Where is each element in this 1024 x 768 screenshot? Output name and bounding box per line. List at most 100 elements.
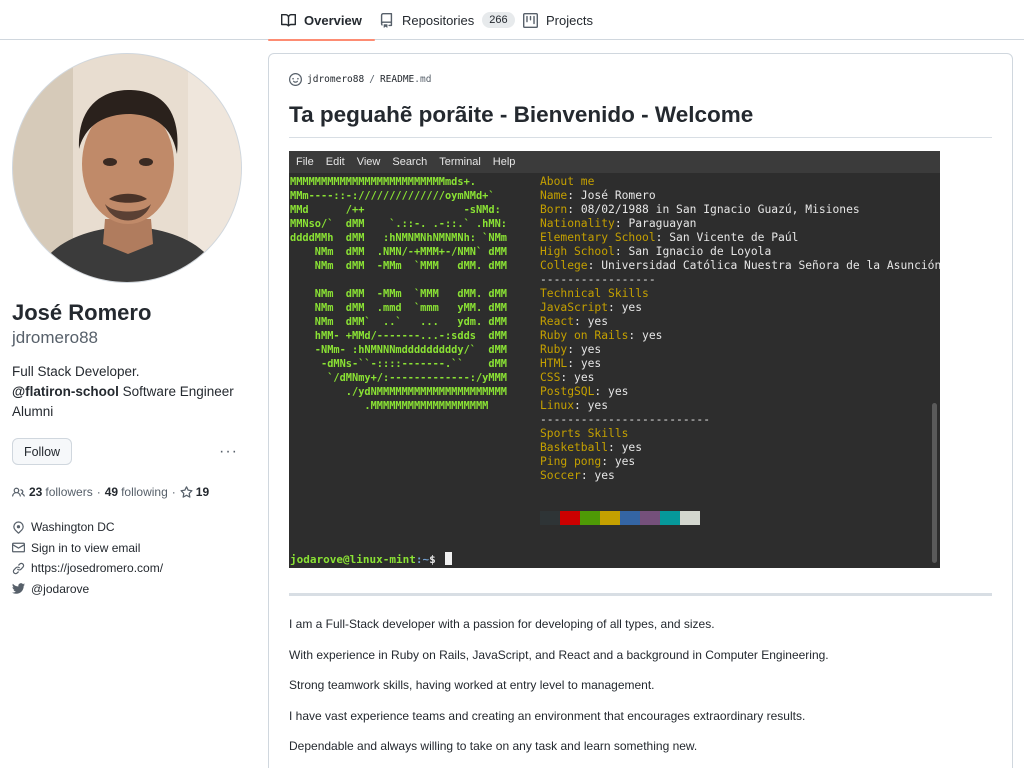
tech-skill: React: yes — [540, 315, 609, 328]
mint-ascii-logo: MMMMMMMMMMMMMMMMMMMMMMMMMmds+. MMm----::… — [290, 176, 507, 412]
terminal-menu-help[interactable]: Help — [493, 156, 516, 168]
following-count: 49 — [104, 485, 119, 499]
tech-skill-key: JavaScript — [540, 301, 609, 314]
terminal-scrollbar — [932, 403, 937, 563]
about-field-key: High School — [540, 245, 615, 258]
color-swatch — [560, 511, 580, 525]
profile-bio: Full Stack Developer. @flatiron-school S… — [12, 362, 242, 422]
smiley-icon — [289, 73, 302, 86]
twitter-link[interactable]: @jodarove — [31, 582, 89, 596]
about-field: High School: San Ignacio de Loyola — [540, 245, 772, 258]
detail-email[interactable]: Sign in to view email — [12, 538, 252, 559]
readme-panel: jdromero88 / README.md Ta peguahẽ porãit… — [268, 53, 1013, 768]
book-icon — [281, 13, 296, 27]
tech-skill-key: PostgSQL — [540, 385, 595, 398]
color-swatch — [580, 511, 600, 525]
title-divider — [289, 137, 992, 138]
detail-twitter[interactable]: @jodarove — [12, 579, 252, 600]
sport-skill-key: Soccer — [540, 469, 581, 482]
sport-skill: Ping pong: yes — [540, 455, 636, 468]
terminal-screenshot: File Edit View Search Terminal Help MMMM… — [289, 151, 940, 568]
readme-paragraph: Dependable and always willing to take on… — [289, 739, 698, 753]
bio-line: Full Stack Developer. — [12, 364, 140, 379]
tech-skill: Linux: yes — [540, 399, 609, 412]
followers-label: followers — [45, 485, 93, 499]
terminal-info: About me Name: José Romero Born: 08/02/1… — [540, 175, 940, 483]
avatar[interactable] — [12, 53, 242, 283]
profile-details: Washington DC Sign in to view email http… — [12, 517, 252, 599]
readme-path: jdromero88 / README.md — [289, 73, 431, 86]
tab-overview[interactable]: Overview — [268, 0, 375, 41]
terminal-menu-terminal[interactable]: Terminal — [439, 156, 481, 168]
terminal-menubar: File Edit View Search Terminal Help — [289, 151, 940, 173]
email-link[interactable]: Sign in to view email — [31, 541, 140, 555]
about-field: Elementary School: San Vicente de Paúl — [540, 231, 799, 244]
terminal-menu-file[interactable]: File — [296, 156, 314, 168]
detail-location: Washington DC — [12, 517, 252, 538]
terminal-menu-edit[interactable]: Edit — [326, 156, 345, 168]
about-field-key: Name — [540, 189, 568, 202]
sport-skill-value: yes — [594, 469, 615, 482]
followers-count: 23 — [29, 485, 43, 499]
readme-paragraph: Strong teamwork skills, having worked at… — [289, 678, 655, 692]
divider-line: ------------------------- — [540, 413, 711, 426]
tech-skill-value: yes — [587, 399, 609, 412]
terminal-cursor — [445, 552, 453, 565]
more-options-icon[interactable]: ··· — [219, 443, 238, 461]
readme-file-link[interactable]: README.md — [380, 74, 432, 85]
color-swatch — [660, 511, 680, 525]
tab-projects[interactable]: Projects — [523, 0, 593, 40]
sport-skill: Basketball: yes — [540, 441, 643, 454]
followers-link[interactable]: 23 followers — [29, 485, 93, 499]
about-field-key: Born — [540, 203, 568, 216]
tab-overview-label: Overview — [304, 12, 362, 28]
prompt-user: jodarove@linux-mint — [290, 553, 416, 566]
tech-skill: JavaScript: yes — [540, 301, 643, 314]
readme-title: Ta peguahẽ porãite - Bienvenido - Welcom… — [289, 102, 754, 127]
profile-username: jdromero88 — [12, 328, 98, 347]
color-swatches — [540, 511, 700, 525]
terminal-menu-search[interactable]: Search — [392, 156, 427, 168]
following-label: following — [121, 485, 168, 499]
detail-website[interactable]: https://josedromero.com/ — [12, 558, 252, 579]
about-field-value: Paraguayan — [628, 217, 697, 230]
tech-skill-value: yes — [574, 371, 595, 384]
sport-skill-value: yes — [621, 441, 643, 454]
tech-skill-key: CSS — [540, 371, 561, 384]
tab-repositories[interactable]: Repositories 266 — [379, 0, 515, 40]
about-field: Nationality: Paraguayan — [540, 217, 697, 230]
about-field: Name: José Romero — [540, 189, 656, 202]
sports-header: Sports Skills — [540, 427, 629, 440]
repo-icon — [380, 12, 393, 28]
website-link[interactable]: https://josedromero.com/ — [31, 561, 163, 575]
tab-projects-label: Projects — [546, 12, 593, 28]
follow-button[interactable]: Follow — [12, 438, 72, 465]
follow-row: Follow ··· — [12, 438, 238, 465]
about-header: About me — [540, 175, 595, 188]
following-link[interactable]: 49 following — [105, 485, 168, 499]
profile-tab-bar: Overview Repositories 266 Projects — [0, 0, 1024, 41]
location-icon — [13, 521, 24, 534]
about-fields: Name: José Romero Born: 08/02/1988 in Sa… — [540, 189, 940, 272]
about-field-value: 08/02/1988 in San Ignacio Guazú, Misione… — [580, 203, 860, 216]
about-field-value: Universidad Católica Nuestra Señora de l… — [601, 259, 940, 272]
color-swatch — [640, 511, 660, 525]
stars-link[interactable]: 19 — [180, 485, 209, 499]
terminal-menu-view[interactable]: View — [357, 156, 381, 168]
location-text: Washington DC — [31, 520, 115, 535]
readme-paragraph: I am a Full-Stack developer with a passi… — [289, 617, 715, 631]
prompt-path: :~ — [415, 553, 430, 566]
about-field-value: San Ignacio de Loyola — [628, 245, 772, 258]
sport-skill: Soccer: yes — [540, 469, 615, 482]
readme-file-base: README — [379, 74, 415, 85]
color-swatch — [680, 511, 700, 525]
readme-owner-link[interactable]: jdromero88 — [307, 74, 364, 85]
project-icon — [523, 12, 538, 28]
tech-skill-value: yes — [608, 385, 629, 398]
people-icon — [12, 487, 25, 497]
about-field-key: Nationality — [540, 217, 615, 230]
bio-org-mention[interactable]: @flatiron-school — [12, 384, 119, 399]
section-divider — [289, 593, 992, 596]
mail-icon — [12, 542, 25, 553]
color-swatch — [620, 511, 640, 525]
